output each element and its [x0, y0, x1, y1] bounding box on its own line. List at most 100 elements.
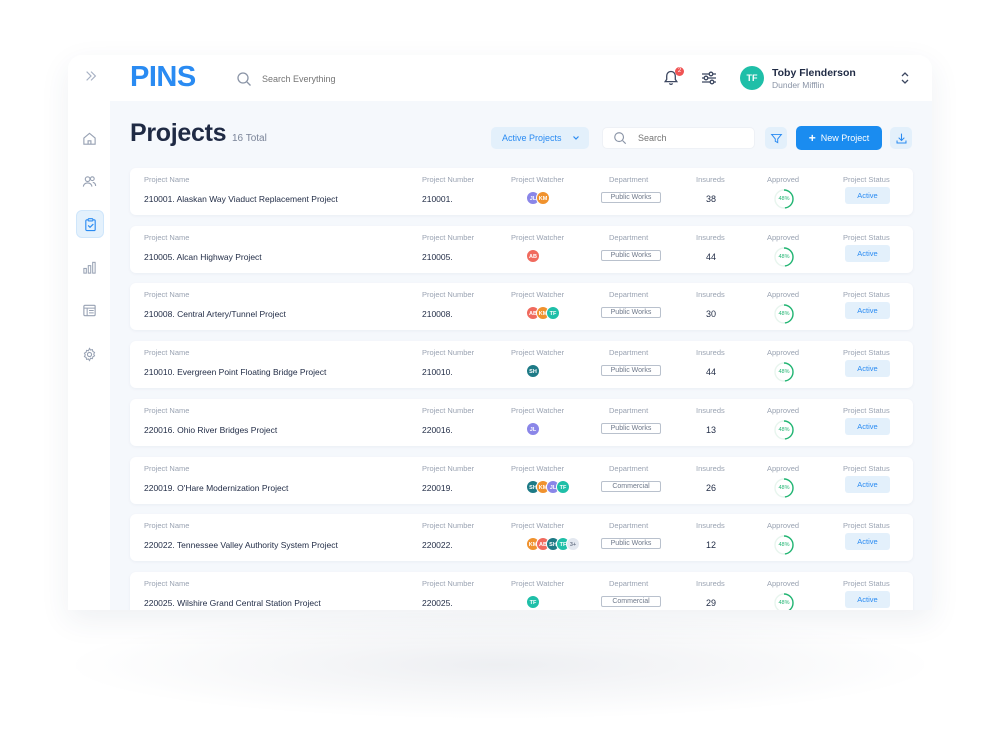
table-row[interactable]: Project Name Project Number Project Watche…	[130, 398, 913, 446]
filter-button[interactable]	[765, 127, 787, 149]
column-label-insureds: Insureds	[696, 290, 725, 300]
sidebar-item-tables[interactable]	[76, 297, 102, 323]
download-icon	[896, 133, 906, 143]
status-badge[interactable]: Active	[845, 244, 890, 262]
app-logo[interactable]: PINS	[130, 61, 196, 94]
column-label-insureds: Insureds	[696, 405, 725, 415]
project-name[interactable]: 210010. Evergreen Point Floating Bridge …	[144, 367, 326, 377]
approved-progress: 48%	[773, 477, 795, 499]
column-label-insureds: Insureds	[696, 463, 725, 473]
project-filter-value: Active Projects	[502, 133, 562, 143]
global-search[interactable]	[236, 70, 436, 88]
status-badge[interactable]: Active	[845, 360, 890, 378]
project-name[interactable]: 210008. Central Artery/Tunnel Project	[144, 309, 286, 319]
status-badge[interactable]: Active	[845, 475, 890, 493]
sidebar-item-reports[interactable]	[76, 254, 102, 280]
department-badge: Commercial	[601, 595, 661, 607]
project-name[interactable]: 220019. O'Hare Modernization Project	[144, 483, 288, 493]
project-filter-dropdown[interactable]: Active Projects	[491, 127, 589, 149]
department-badge: Public Works	[601, 365, 661, 377]
app-window: PINS 2 TF Toby Flenderson Dunder Mifflin	[68, 55, 932, 610]
watcher-avatar[interactable]: KM	[536, 191, 550, 205]
column-label-project-name: Project Name	[144, 578, 190, 588]
project-name[interactable]: 220022. Tennessee Valley Authority Syste…	[144, 540, 338, 550]
insureds-count: 26	[706, 482, 717, 493]
watcher-avatar[interactable]: TF	[556, 479, 570, 494]
new-project-button[interactable]: + New Project	[796, 126, 882, 150]
search-icon	[237, 72, 251, 86]
sliders-icon	[702, 71, 716, 85]
chevron-up-down-icon	[901, 72, 909, 84]
page-title: Projects	[130, 119, 227, 147]
expand-sidebar-icon[interactable]	[82, 69, 100, 87]
column-label-project-watcher: Project Watcher	[511, 348, 565, 358]
sidebar-item-projects[interactable]	[76, 210, 104, 238]
approved-progress: 48%	[773, 419, 795, 441]
column-label-project-name: Project Name	[144, 463, 190, 473]
column-label-insureds: Insureds	[696, 232, 725, 242]
settings-sliders-button[interactable]	[700, 69, 718, 87]
column-label-department: Department	[609, 175, 649, 184]
table-icon	[82, 304, 96, 316]
project-name[interactable]: 220016. Ohio River Bridges Project	[144, 425, 277, 435]
user-menu-toggle[interactable]	[900, 70, 910, 86]
column-label-project-watcher: Project Watcher	[511, 521, 565, 531]
notification-badge: 2	[675, 67, 684, 76]
column-label-project-name: Project Name	[144, 175, 190, 184]
column-label-project-watcher: Project Watcher	[511, 463, 565, 473]
column-label-project-name: Project Name	[144, 348, 190, 358]
project-search[interactable]	[602, 127, 755, 149]
table-row[interactable]: Project Name Project Number Project Watche…	[130, 456, 913, 504]
project-name[interactable]: 210005. Alcan Highway Project	[144, 252, 262, 262]
column-label-project-status: Project Status	[843, 290, 890, 300]
department-badge: Public Works	[601, 538, 661, 550]
approved-percent: 48%	[778, 311, 790, 318]
insureds-count: 30	[706, 309, 717, 320]
watcher-avatar[interactable]: JL	[526, 421, 540, 436]
status-badge[interactable]: Active	[845, 302, 890, 320]
column-label-approved: Approved	[767, 578, 800, 588]
project-number: 210010.	[422, 367, 453, 378]
top-bar: PINS 2 TF Toby Flenderson Dunder Mifflin	[68, 55, 932, 102]
column-label-project-status: Project Status	[843, 521, 890, 531]
status-badge[interactable]: Active	[845, 417, 890, 435]
sidebar-item-settings[interactable]	[76, 341, 102, 367]
column-label-approved: Approved	[767, 290, 800, 300]
sidebar-item-home[interactable]	[76, 125, 102, 151]
project-search-input[interactable]	[636, 132, 750, 144]
column-label-project-status: Project Status	[843, 578, 890, 588]
watcher-avatar[interactable]: TF	[526, 594, 540, 609]
project-name[interactable]: 220025. Wilshire Grand Central Station P…	[144, 598, 321, 608]
watcher-avatar[interactable]: SH	[526, 364, 540, 379]
column-label-project-number: Project Number	[422, 290, 475, 300]
project-watchers: AB KM TF	[526, 306, 560, 321]
column-label-department: Department	[609, 348, 649, 358]
table-row[interactable]: Project Name Project Number Project Watche…	[130, 514, 913, 562]
status-badge[interactable]: Active	[845, 533, 890, 551]
column-label-department: Department	[609, 290, 649, 300]
notifications-button[interactable]: 2	[662, 67, 684, 87]
project-name[interactable]: 210001. Alaskan Way Viaduct Replacement …	[144, 194, 338, 204]
table-row[interactable]: Project Name Project Number Project Watche…	[130, 225, 913, 273]
column-label-project-number: Project Number	[422, 521, 475, 531]
status-badge[interactable]: Active	[845, 187, 890, 204]
column-label-project-watcher: Project Watcher	[511, 232, 565, 242]
table-row[interactable]: Project Name Project Number Project Watche…	[130, 341, 913, 389]
table-row[interactable]: Project Name Project Number Project Watche…	[130, 571, 913, 610]
approved-progress: 48%	[773, 303, 795, 325]
approved-percent: 48%	[778, 196, 790, 202]
watcher-avatar[interactable]: AB	[526, 248, 540, 263]
column-label-project-name: Project Name	[144, 232, 190, 242]
global-search-input[interactable]	[260, 73, 424, 85]
project-number: 210005.	[422, 251, 453, 262]
sidebar-item-users[interactable]	[76, 168, 102, 194]
user-avatar[interactable]: TF	[740, 66, 764, 90]
project-number: 210008.	[422, 309, 453, 320]
column-label-approved: Approved	[767, 175, 800, 184]
table-row[interactable]: Project Name Project Number Project Watche…	[130, 168, 913, 215]
status-badge[interactable]: Active	[845, 590, 890, 608]
watcher-avatar[interactable]: 3+	[566, 537, 580, 552]
download-button[interactable]	[890, 127, 912, 149]
table-row[interactable]: Project Name Project Number Project Watche…	[130, 283, 913, 331]
watcher-avatar[interactable]: TF	[546, 306, 560, 321]
